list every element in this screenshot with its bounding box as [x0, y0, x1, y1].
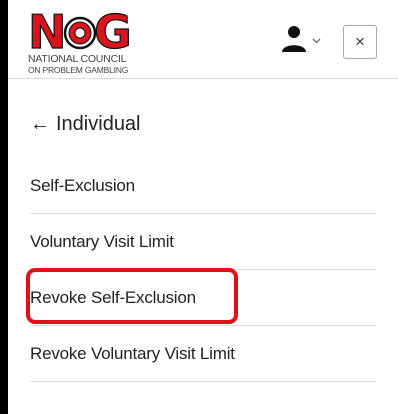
header: N G NATIONAL COUNCIL ON PROBLEM GAMBLING	[8, 0, 398, 79]
ncpg-logo: N G NATIONAL COUNCIL ON PROBLEM GAMBLING	[28, 8, 148, 78]
menu-item-revoke-voluntary-visit-limit[interactable]: Revoke Voluntary Visit Limit	[30, 326, 376, 382]
ncpg-logo-mark: N G	[28, 8, 132, 54]
menu-item-label: Revoke Voluntary Visit Limit	[30, 343, 235, 363]
user-icon	[282, 26, 306, 52]
chevron-down-icon	[312, 38, 321, 44]
logo-text-line1: NATIONAL COUNCIL	[28, 53, 127, 65]
menu-item-label: Voluntary Visit Limit	[30, 231, 174, 251]
logo-text-line2: ON PROBLEM GAMBLING	[28, 65, 129, 75]
svg-text:N: N	[28, 8, 67, 54]
back-label: Individual	[56, 112, 141, 135]
menu-list: Self-Exclusion Voluntary Visit Limit Rev…	[30, 158, 376, 382]
menu-item-label: Self-Exclusion	[30, 175, 135, 195]
svg-text:G: G	[94, 8, 132, 54]
app-frame: N G NATIONAL COUNCIL ON PROBLEM GAMBLING	[8, 0, 398, 414]
menu-item-self-exclusion[interactable]: Self-Exclusion	[30, 158, 376, 214]
back-arrow-icon: ←	[30, 113, 50, 135]
close-icon: ×	[355, 32, 365, 51]
menu-item-label: Revoke Self-Exclusion	[30, 287, 196, 307]
user-menu-button[interactable]	[280, 24, 324, 56]
menu-item-revoke-self-exclusion[interactable]: Revoke Self-Exclusion	[30, 270, 376, 326]
close-button[interactable]: ×	[343, 25, 377, 59]
back-link[interactable]: ← Individual	[8, 92, 398, 156]
menu-item-voluntary-visit-limit[interactable]: Voluntary Visit Limit	[30, 214, 376, 270]
